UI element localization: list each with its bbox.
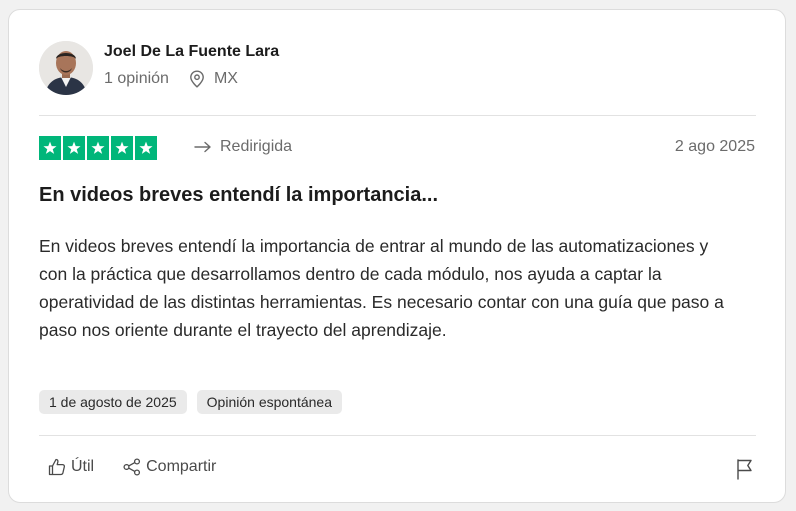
- tag-unprompted[interactable]: Opinión espontánea: [196, 390, 342, 414]
- thumbs-up-icon: [48, 458, 66, 476]
- review-count: 1 opinión: [104, 70, 169, 87]
- flag-icon: [737, 459, 752, 480]
- star-icon: [135, 136, 157, 160]
- share-icon: [123, 458, 141, 476]
- review-card: Joel De La Fuente Lara 1 opinión MX Redi…: [8, 9, 786, 503]
- star-icon: [87, 136, 109, 160]
- star-icon: [39, 136, 61, 160]
- useful-button[interactable]: Útil: [47, 457, 94, 477]
- star-icon: [63, 136, 85, 160]
- redirect-indicator: Redirigida: [194, 138, 292, 156]
- review-tags: 1 de agosto de 2025 Opinión espontánea: [39, 390, 352, 414]
- tag-experience-date: 1 de agosto de 2025: [39, 390, 187, 414]
- report-button[interactable]: [735, 458, 755, 485]
- redirect-label: Redirigida: [220, 138, 293, 155]
- arrow-redirect-icon: [194, 141, 211, 153]
- reviewer-name[interactable]: Joel De La Fuente Lara: [104, 43, 279, 61]
- star-icon: [111, 136, 133, 160]
- divider-bottom: [39, 435, 756, 436]
- share-button[interactable]: Compartir: [122, 457, 216, 477]
- review-date: 2 ago 2025: [674, 138, 755, 155]
- share-label: Compartir: [146, 458, 217, 475]
- divider-top: [39, 115, 756, 116]
- avatar-image: [39, 41, 93, 95]
- review-body: En videos breves entendí la importancia …: [39, 236, 724, 340]
- avatar[interactable]: [39, 41, 93, 95]
- useful-label: Útil: [71, 458, 95, 475]
- reviewer-location: MX: [189, 70, 238, 88]
- country-code: MX: [213, 70, 238, 87]
- reviewer-meta: 1 opinión MX: [104, 70, 238, 88]
- review-title[interactable]: En videos breves entendí la importancia.…: [39, 184, 438, 207]
- star-rating: [39, 136, 159, 160]
- location-pin-icon: [190, 70, 204, 88]
- review-actions: Útil Compartir: [47, 457, 244, 477]
